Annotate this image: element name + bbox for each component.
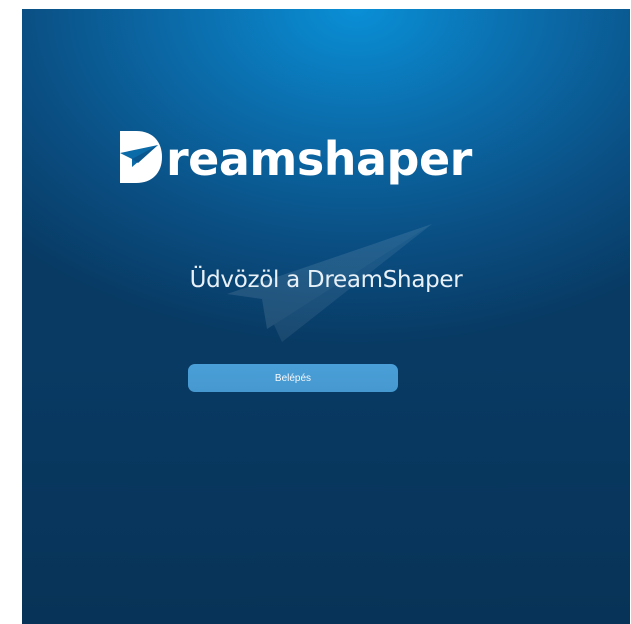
paper-plane-d-logo-icon — [120, 131, 162, 183]
welcome-screen: reamshaper Üdvözöl a DreamShaper Belépés — [22, 9, 630, 624]
login-button[interactable]: Belépés — [188, 364, 398, 392]
welcome-heading: Üdvözöl a DreamShaper — [189, 267, 463, 293]
logo-wordmark: reamshaper — [166, 132, 472, 186]
dreamshaper-logo: reamshaper — [118, 119, 472, 189]
